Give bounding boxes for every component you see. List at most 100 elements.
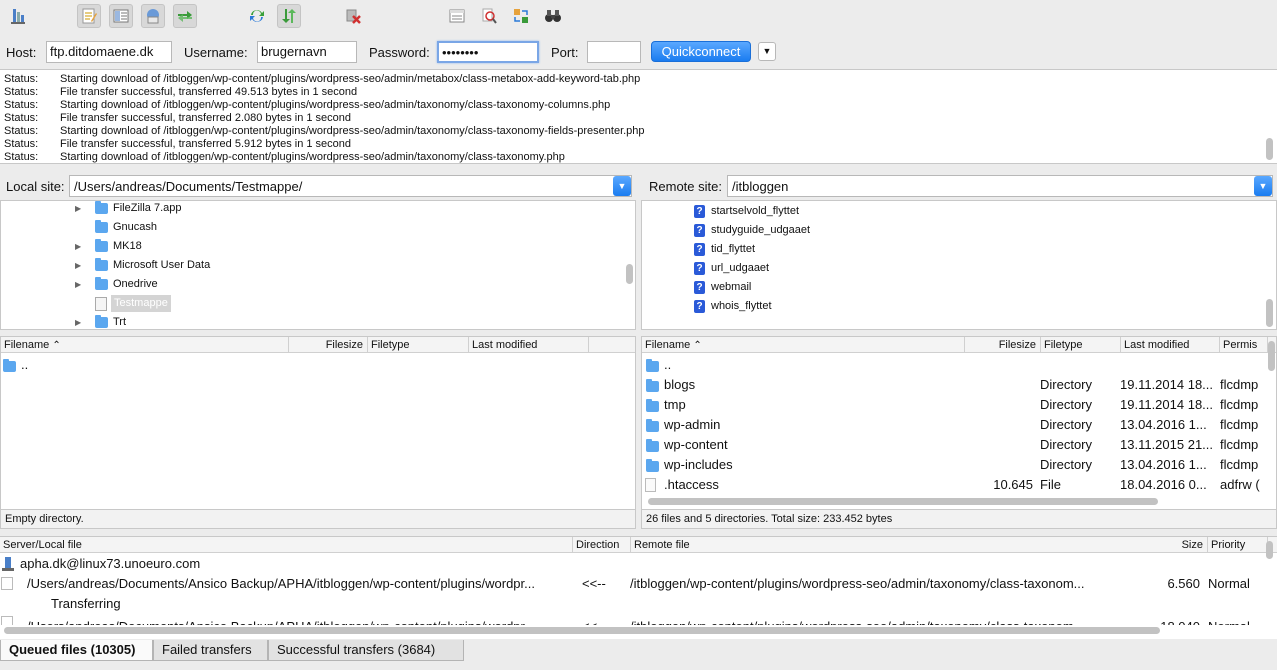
remote-list-vscrollbar[interactable] bbox=[1268, 341, 1275, 371]
sort-ascending-icon: ⌃ bbox=[52, 340, 61, 351]
site-manager-icon[interactable] bbox=[6, 4, 30, 28]
folder-icon bbox=[646, 379, 659, 392]
expand-arrow-icon[interactable]: ▶ bbox=[75, 201, 81, 218]
refresh-icon[interactable] bbox=[245, 4, 269, 28]
queue-server-row[interactable]: apha.dk@linux73.unoeuro.com bbox=[0, 554, 1260, 574]
col-filename[interactable]: Filename ⌃ bbox=[642, 337, 965, 353]
queue-item-row[interactable]: /Users/andreas/Documents/Ansico Backup/A… bbox=[0, 574, 1260, 594]
password-label: Password: bbox=[369, 45, 430, 60]
port-input[interactable] bbox=[587, 41, 641, 63]
folder-icon bbox=[95, 239, 108, 252]
tree-item[interactable]: ▶ MK18 bbox=[1, 237, 631, 256]
unknown-folder-icon: ? bbox=[694, 300, 705, 313]
edit-icon[interactable] bbox=[77, 4, 101, 28]
host-input[interactable]: ftp.ditdomaene.dk bbox=[46, 41, 172, 63]
cancel-icon[interactable] bbox=[341, 4, 365, 28]
transfer-icon[interactable] bbox=[173, 4, 197, 28]
local-directory-tree: ▶ FileZilla 7.app Gnucash ▶ MK18 ▶ Micro… bbox=[0, 200, 636, 330]
tab-successful-transfers[interactable]: Successful transfers (3684) bbox=[268, 640, 464, 661]
local-site-dropdown-icon[interactable]: ▼ bbox=[613, 176, 631, 196]
quickconnect-dropdown-icon[interactable]: ▼ bbox=[758, 42, 776, 61]
tree-item[interactable]: ▶ Onedrive bbox=[1, 275, 631, 294]
log-view-icon[interactable] bbox=[109, 4, 133, 28]
queue-vscrollbar[interactable] bbox=[1266, 541, 1273, 559]
col-direction[interactable]: Direction bbox=[573, 537, 631, 553]
message-log: Status: Starting download of /itbloggen/w… bbox=[0, 69, 1277, 164]
file-row[interactable]: tmp Directory 19.11.2014 18... flcdmp bbox=[642, 395, 1262, 415]
file-row[interactable]: wp-admin Directory 13.04.2016 1... flcdm… bbox=[642, 415, 1262, 435]
tree-item[interactable]: ▶ FileZilla 7.app bbox=[1, 201, 631, 218]
remote-site-bar: Remote site: /itbloggen ▼ bbox=[641, 172, 1277, 200]
col-last-modified[interactable]: Last modified bbox=[1121, 337, 1220, 353]
port-label: Port: bbox=[551, 45, 579, 60]
sync-icon[interactable] bbox=[509, 4, 533, 28]
folder-icon bbox=[646, 399, 659, 412]
file-row[interactable]: wp-includes Directory 13.04.2016 1... fl… bbox=[642, 455, 1262, 475]
password-input[interactable]: •••••••• bbox=[437, 41, 539, 63]
file-row[interactable]: .htaccess 10.645 File 18.04.2016 0... ad… bbox=[642, 475, 1262, 495]
tree-item[interactable]: ▶ Trt bbox=[1, 313, 631, 329]
unknown-folder-icon: ? bbox=[694, 243, 705, 256]
expand-arrow-icon[interactable]: ▶ bbox=[75, 237, 81, 256]
log-scrollbar[interactable] bbox=[1266, 138, 1273, 160]
search-icon[interactable] bbox=[477, 4, 501, 28]
username-input[interactable]: brugernavn bbox=[257, 41, 357, 63]
expand-arrow-icon[interactable]: ▶ bbox=[75, 256, 81, 275]
host-label: Host: bbox=[6, 45, 37, 60]
expand-arrow-icon[interactable]: ▶ bbox=[75, 313, 81, 329]
tree-item[interactable]: Gnucash bbox=[1, 218, 631, 237]
col-last-modified[interactable]: Last modified bbox=[469, 337, 589, 353]
tree-item[interactable]: ? webmail bbox=[642, 278, 1262, 297]
local-tree-scrollbar[interactable] bbox=[626, 264, 633, 284]
remote-directory-tree: ? startselvold_flyttet ? studyguide_udga… bbox=[641, 200, 1277, 330]
file-row[interactable]: wp-content Directory 13.11.2015 21... fl… bbox=[642, 435, 1262, 455]
remote-site-dropdown-icon[interactable]: ▼ bbox=[1254, 176, 1272, 196]
col-priority[interactable]: Priority bbox=[1208, 537, 1268, 553]
binoculars-icon[interactable] bbox=[541, 4, 565, 28]
tab-failed-transfers[interactable]: Failed transfers bbox=[153, 640, 268, 661]
username-label: Username: bbox=[184, 45, 248, 60]
file-row[interactable]: .. bbox=[642, 355, 1262, 375]
tree-item[interactable]: ▶ Microsoft User Data bbox=[1, 256, 631, 275]
col-filetype[interactable]: Filetype bbox=[1041, 337, 1121, 353]
remote-site-path-combo[interactable]: /itbloggen bbox=[727, 175, 1273, 197]
tree-item[interactable]: ? url_udgaaet bbox=[642, 259, 1262, 278]
file-icon bbox=[645, 478, 656, 492]
process-queue-icon[interactable] bbox=[277, 4, 301, 28]
folder-icon bbox=[646, 439, 659, 452]
queue-item-row[interactable]: /Users/andreas/Documents/Ansico Backup/A… bbox=[0, 613, 1260, 625]
queue-view-icon[interactable] bbox=[141, 4, 165, 28]
local-status-bar: Empty directory. bbox=[0, 509, 636, 529]
tree-item[interactable]: ? tid_flyttet bbox=[642, 240, 1262, 259]
folder-icon bbox=[646, 459, 659, 472]
file-row[interactable]: .. bbox=[1, 355, 631, 375]
col-size[interactable]: Size bbox=[1150, 537, 1208, 553]
col-filesize[interactable]: Filesize bbox=[965, 337, 1041, 353]
unknown-folder-icon: ? bbox=[694, 205, 705, 218]
remote-file-list: Filename ⌃ Filesize Filetype Last modifi… bbox=[641, 336, 1277, 510]
tab-queued-files[interactable]: Queued files (10305) bbox=[0, 640, 153, 661]
col-filename[interactable]: Filename ⌃ bbox=[1, 337, 289, 353]
file-icon bbox=[1, 577, 13, 590]
col-filesize[interactable]: Filesize bbox=[289, 337, 368, 353]
col-permissions[interactable]: Permis bbox=[1220, 337, 1268, 353]
col-filetype[interactable]: Filetype bbox=[368, 337, 469, 353]
queue-tabs: Queued files (10305) Failed transfers Su… bbox=[0, 640, 1277, 662]
quickconnect-button[interactable]: Quickconnect bbox=[651, 41, 751, 62]
expand-arrow-icon[interactable]: ▶ bbox=[75, 275, 81, 294]
compare-icon[interactable] bbox=[445, 4, 469, 28]
col-remote-file[interactable]: Remote file bbox=[631, 537, 1208, 553]
tree-item[interactable]: ? studyguide_udgaaet bbox=[642, 221, 1262, 240]
remote-tree-scrollbar[interactable] bbox=[1266, 299, 1273, 327]
file-row[interactable]: blogs Directory 19.11.2014 18... flcdmp bbox=[642, 375, 1262, 395]
tree-item[interactable]: ? startselvold_flyttet bbox=[642, 202, 1262, 221]
local-site-label: Local site: bbox=[6, 179, 65, 194]
local-site-path-combo[interactable]: /Users/andreas/Documents/Testmappe/ bbox=[69, 175, 632, 197]
tree-item[interactable]: ? whois_flyttet bbox=[642, 297, 1262, 316]
col-server-local-file[interactable]: Server/Local file bbox=[0, 537, 573, 553]
remote-list-hscrollbar[interactable] bbox=[648, 498, 1158, 505]
tree-item-selected[interactable]: Testmappe bbox=[1, 294, 631, 313]
folder-icon bbox=[95, 277, 108, 290]
queue-hscrollbar[interactable] bbox=[4, 627, 1160, 634]
folder-icon bbox=[95, 315, 108, 328]
